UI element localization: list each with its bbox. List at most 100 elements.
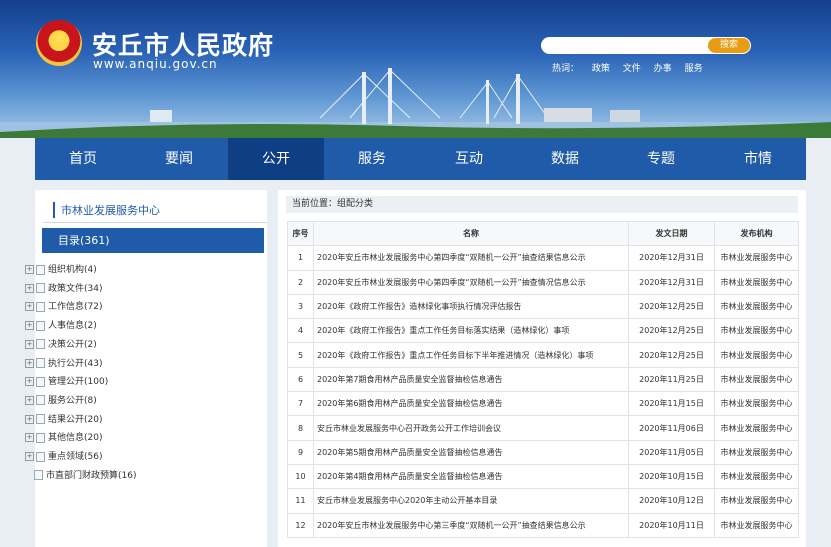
tree-item[interactable]: + 重点领域(56) bbox=[25, 449, 102, 462]
document-title-link[interactable]: 安丘市林业发展服务中心召开政务公开工作培训会议 bbox=[313, 415, 629, 441]
table-row: 6 2020年第7期食用林产品质量安全监督抽检信息通告 2020年11月25日 市林业… bbox=[287, 366, 799, 393]
row-number: 10 bbox=[287, 463, 314, 490]
table-row: 7 2020年第6期食用林产品质量安全监督抽检信息通告 2020年11月15日 市林业… bbox=[287, 391, 799, 417]
tree-item[interactable]: + 政策文件(34) bbox=[25, 281, 102, 294]
nav-item-service[interactable]: 服务 bbox=[324, 138, 420, 180]
expand-icon[interactable]: + bbox=[25, 283, 34, 293]
search-button[interactable]: 搜索 bbox=[708, 38, 750, 53]
nav-item-city[interactable]: 市情 bbox=[710, 138, 806, 180]
tree-item-label: 其他信息(20) bbox=[48, 433, 103, 444]
expand-icon[interactable]: + bbox=[25, 395, 34, 405]
document-title-link[interactable]: 2020年《政府工作报告》造林绿化事项执行情况评估报告 bbox=[313, 293, 629, 320]
table-row: 1 2020年安丘市林业发展服务中心第四季度“双随机一公开”抽查结果信息公示 202… bbox=[287, 245, 799, 271]
row-number: 9 bbox=[287, 439, 314, 465]
tree-item-label: 决策公开(2) bbox=[48, 339, 97, 350]
table-row: 10 2020年第4期食用林产品质量安全监督抽检信息通告 2020年10月15日 市林… bbox=[287, 463, 799, 490]
expand-icon[interactable]: + bbox=[25, 302, 34, 312]
folder-icon bbox=[36, 283, 45, 294]
folder-icon bbox=[36, 320, 45, 331]
row-number: 12 bbox=[287, 512, 314, 538]
hot-word-link[interactable]: 办事 bbox=[654, 64, 672, 74]
expand-icon[interactable]: + bbox=[25, 433, 34, 443]
tree-item[interactable]: + 人事信息(2) bbox=[25, 318, 97, 331]
sidebar-title: 市林业发展服务中心 bbox=[53, 202, 160, 218]
nav-item-data[interactable]: 数据 bbox=[517, 138, 613, 180]
expand-icon[interactable]: + bbox=[25, 452, 34, 461]
expand-icon[interactable]: + bbox=[25, 358, 34, 368]
document-title-link[interactable]: 2020年第4期食用林产品质量安全监督抽检信息通告 bbox=[313, 463, 629, 490]
hot-word-link[interactable]: 政策 bbox=[592, 64, 610, 74]
folder-icon bbox=[36, 358, 45, 368]
hot-word-link[interactable]: 服务 bbox=[685, 64, 703, 74]
column-header: 序号 bbox=[287, 220, 314, 247]
nav-item-news[interactable]: 要闻 bbox=[131, 138, 227, 180]
expand-icon[interactable]: + bbox=[25, 339, 34, 349]
document-table: 序号 名称 发文日期 发布机构 1 2020年安丘市林业发展服务中心第四季度“双随… bbox=[287, 220, 799, 538]
tree-item[interactable]: + 其他信息(20) bbox=[25, 430, 102, 443]
column-header: 发文日期 bbox=[628, 220, 715, 247]
table-row: 9 2020年第5期食用林产品质量安全监督抽检信息通告 2020年11月05日 市林业… bbox=[287, 439, 799, 465]
folder-icon bbox=[36, 395, 45, 406]
document-title-link[interactable]: 2020年第5期食用林产品质量安全监督抽检信息通告 bbox=[313, 439, 629, 465]
document-title-link[interactable]: 2020年安丘市林业发展服务中心第三季度“双随机一公开”抽查结果信息公示 bbox=[313, 512, 629, 538]
tree-item-label: 人事信息(2) bbox=[48, 321, 97, 332]
nav-item-interaction[interactable]: 互动 bbox=[421, 138, 517, 180]
publisher: 市林业发展服务中心 bbox=[714, 391, 799, 417]
tree-item-label: 组织机构(4) bbox=[48, 265, 97, 275]
nav-item-topics[interactable]: 专题 bbox=[613, 138, 709, 180]
divider bbox=[43, 222, 267, 223]
publish-date: 2020年11月06日 bbox=[628, 415, 715, 441]
header-banner: ★ 安丘市人民政府 www.anqiu.gov.cn 搜索 热词： 政策 文件 … bbox=[0, 0, 831, 138]
nav-item-home[interactable]: 首页 bbox=[35, 138, 131, 180]
folder-icon bbox=[36, 264, 45, 275]
row-number: 7 bbox=[287, 391, 314, 417]
publisher: 市林业发展服务中心 bbox=[714, 415, 799, 441]
publisher: 市林业发展服务中心 bbox=[714, 318, 799, 344]
tree-sub-item[interactable]: 市直部门财政预算(16) bbox=[34, 468, 136, 481]
tree-item[interactable]: + 管理公开(100) bbox=[25, 374, 108, 387]
document-title-link[interactable]: 2020年第7期食用林产品质量安全监督抽检信息通告 bbox=[313, 366, 629, 393]
publisher: 市林业发展服务中心 bbox=[714, 439, 799, 465]
main-nav: 首页 要闻 公开 服务 互动 数据 专题 市情 bbox=[35, 138, 806, 180]
expand-icon[interactable]: + bbox=[25, 377, 34, 387]
document-title-link[interactable]: 2020年《政府工作报告》重点工作任务目标落实结果（造林绿化）事项 bbox=[313, 318, 629, 344]
row-number: 2 bbox=[287, 269, 314, 295]
tree-item[interactable]: + 执行公开(43) bbox=[25, 356, 102, 369]
hot-word-link[interactable]: 文件 bbox=[623, 64, 641, 74]
publish-date: 2020年12月31日 bbox=[628, 245, 715, 271]
publish-date: 2020年10月12日 bbox=[628, 488, 715, 514]
publish-date: 2020年12月25日 bbox=[628, 318, 715, 344]
table-row: 12 2020年安丘市林业发展服务中心第三季度“双随机一公开”抽查结果信息公示 20… bbox=[287, 512, 799, 538]
publisher: 市林业发展服务中心 bbox=[714, 269, 799, 295]
folder-icon bbox=[36, 301, 45, 312]
tree-item-label: 结果公开(20) bbox=[48, 414, 103, 425]
row-number: 11 bbox=[287, 488, 314, 514]
table-row: 11 安丘市林业发展服务中心2020年主动公开基本目录 2020年10月12日 市林业… bbox=[287, 488, 799, 514]
tree-item-label: 执行公开(43) bbox=[48, 358, 103, 369]
directory-header[interactable]: 目录(361) bbox=[42, 228, 264, 253]
document-title-link[interactable]: 安丘市林业发展服务中心2020年主动公开基本目录 bbox=[313, 488, 629, 514]
nav-item-open[interactable]: 公开 bbox=[228, 138, 324, 180]
document-title-link[interactable]: 2020年《政府工作报告》重点工作任务目标下半年推进情况（造林绿化）事项 bbox=[313, 342, 629, 368]
tree-item[interactable]: + 工作信息(72) bbox=[25, 299, 102, 312]
table-row: 5 2020年《政府工作报告》重点工作任务目标下半年推进情况（造林绿化）事项 202… bbox=[287, 342, 799, 368]
tree-item-label: 政策文件(34) bbox=[48, 283, 103, 294]
document-title-link[interactable]: 2020年第6期食用林产品质量安全监督抽检信息通告 bbox=[313, 391, 629, 417]
tree-item[interactable]: + 结果公开(20) bbox=[25, 412, 102, 425]
row-number: 5 bbox=[287, 342, 314, 368]
hot-label: 热词： bbox=[552, 64, 580, 74]
tree-item[interactable]: + 服务公开(8) bbox=[25, 393, 97, 406]
document-title-link[interactable]: 2020年安丘市林业发展服务中心第四季度“双随机一公开”抽查结果信息公示 bbox=[313, 245, 629, 271]
expand-icon[interactable]: + bbox=[25, 321, 34, 331]
expand-icon[interactable]: + bbox=[25, 414, 34, 424]
sidebar: 市林业发展服务中心 目录(361) bbox=[35, 190, 267, 547]
publisher: 市林业发展服务中心 bbox=[714, 463, 799, 490]
tree-item[interactable]: + 组织机构(4) bbox=[25, 262, 97, 275]
document-title-link[interactable]: 2020年安丘市林业发展服务中心第四季度“双随机一公开”抽查情况信息公示 bbox=[313, 269, 629, 295]
publisher: 市林业发展服务中心 bbox=[714, 245, 799, 271]
tree-item[interactable]: + 决策公开(2) bbox=[25, 337, 97, 350]
publish-date: 2020年12月25日 bbox=[628, 342, 715, 368]
expand-icon[interactable]: + bbox=[25, 265, 34, 274]
row-number: 3 bbox=[287, 293, 314, 320]
column-header: 发布机构 bbox=[714, 220, 799, 247]
